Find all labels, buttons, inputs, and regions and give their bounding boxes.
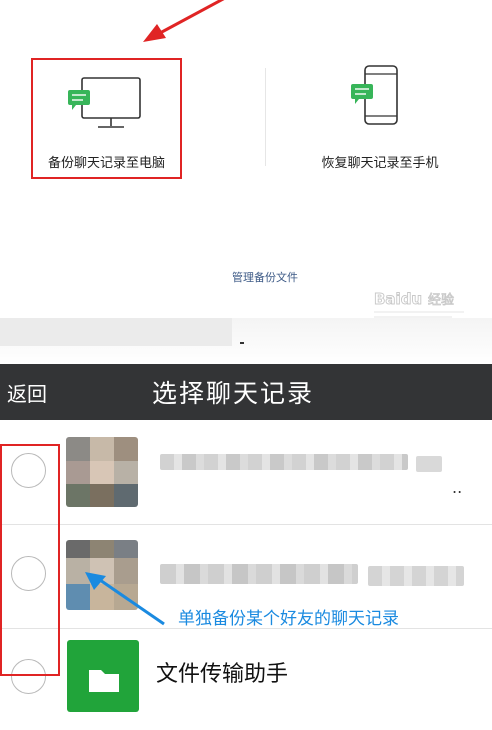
checkbox-column-highlight bbox=[0, 444, 60, 676]
blurred-contact-name bbox=[160, 564, 358, 584]
chat-list: .. 文件传输助手 bbox=[0, 420, 492, 712]
back-button[interactable]: 返回 bbox=[7, 378, 47, 407]
manage-backup-files-link[interactable]: 管理备份文件 bbox=[0, 269, 492, 285]
restore-option-label: 恢复聊天记录至手机 bbox=[321, 156, 439, 171]
monitor-chat-icon bbox=[67, 77, 141, 128]
page-title: 选择聊天记录 bbox=[152, 379, 315, 408]
blurred-contact-name bbox=[368, 566, 464, 586]
backup-panel: 备份聊天记录至电脑 恢复聊天记录至手机 管理备份文件 Baidu 经验 bbox=[0, 0, 492, 318]
list-item[interactable]: 文件传输助手 bbox=[0, 626, 492, 730]
file-transfer-avatar bbox=[67, 640, 139, 712]
backup-option-label: 备份聊天记录至电脑 bbox=[47, 156, 165, 171]
avatar bbox=[66, 437, 138, 507]
backup-to-pc-option[interactable]: 备份聊天记录至电脑 bbox=[31, 58, 182, 179]
blurred-contact-name bbox=[416, 456, 442, 472]
ellipsis: .. bbox=[452, 478, 463, 497]
list-item[interactable]: .. bbox=[0, 420, 492, 525]
blue-arrow-annotation bbox=[85, 572, 165, 626]
blurred-contact-name bbox=[160, 454, 408, 470]
screenshot-separator bbox=[0, 318, 492, 364]
red-arrow-annotation bbox=[143, 0, 225, 42]
folder-icon bbox=[89, 670, 119, 692]
nav-bar: 返回 选择聊天记录 bbox=[0, 364, 492, 420]
svg-text:Baidu: Baidu bbox=[374, 290, 422, 308]
phone-chat-icon bbox=[351, 65, 398, 125]
restore-to-phone-option[interactable]: 恢复聊天记录至手机 bbox=[300, 58, 460, 175]
svg-text:经验: 经验 bbox=[428, 292, 454, 308]
option-divider bbox=[265, 68, 266, 166]
annotation-tip: 单独备份某个好友的聊天记录 bbox=[178, 609, 399, 629]
contact-name: 文件传输助手 bbox=[156, 662, 289, 687]
